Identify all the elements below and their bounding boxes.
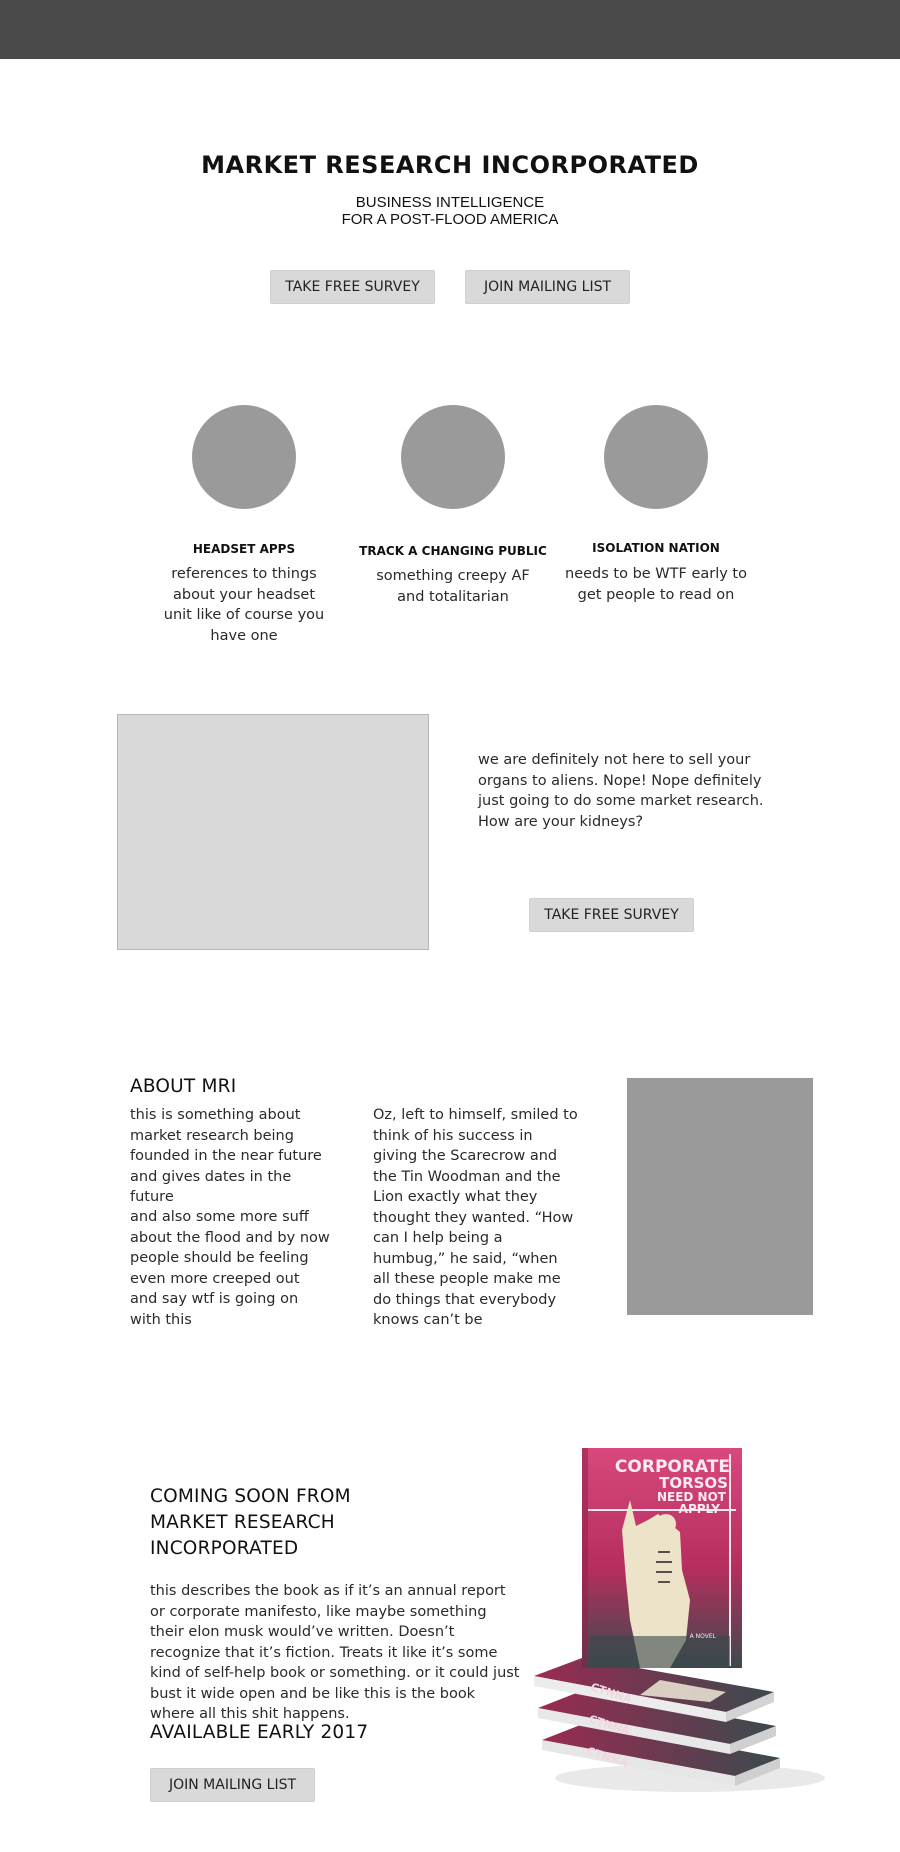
feature-text-isolation: needs to be WTF early to get people to r… — [565, 566, 747, 603]
book-description: this describes the book as if it’s an an… — [150, 1583, 520, 1722]
book-heading-line2: MARKET RESEARCH — [150, 1512, 335, 1533]
take-free-survey-button[interactable]: TAKE FREE SURVEY — [270, 270, 435, 304]
book-heading-line3: INCORPORATED — [150, 1538, 299, 1559]
cover-title-line4: APPLY — [679, 1502, 721, 1516]
feature-title-tracking: TRACK A CHANGING PUBLIC — [359, 544, 547, 558]
availability-text: AVAILABLE EARLY 2017 — [150, 1722, 369, 1743]
feature-image-isolation — [604, 405, 708, 509]
feature-image-headset — [192, 405, 296, 509]
organs-text: we are definitely not here to sell your … — [478, 752, 764, 830]
book-heading-line1: COMING SOON FROM — [150, 1486, 351, 1507]
about-col2-paragraph: Oz, left to himself, smiled to think of … — [373, 1107, 578, 1328]
book-cover-image: CTNNA CTNNA CTNNA CORPORATE TORSOS NEED … — [530, 1440, 830, 1800]
tagline-line1: BUSINESS INTELLIGENCE — [355, 194, 545, 211]
top-bar — [0, 0, 900, 59]
feature-title-headset: HEADSET APPS — [192, 542, 296, 556]
join-mailing-list-button[interactable]: JOIN MAILING LIST — [465, 270, 630, 304]
feature-title-isolation: ISOLATION NATION — [592, 541, 720, 555]
feature-text-tracking: something creepy AF and totalitarian — [376, 568, 530, 605]
image-placeholder — [117, 714, 429, 950]
feature-image-tracking — [401, 405, 505, 509]
cover-subtitle: A NOVEL — [690, 1633, 717, 1640]
tagline-line2: FOR A POST-FLOOD AMERICA — [341, 211, 559, 228]
about-col1-paragraph2: and also some more suff about the flood … — [130, 1209, 330, 1328]
about-image-placeholder — [627, 1078, 813, 1315]
about-heading: ABOUT MRI — [130, 1076, 237, 1097]
site-title: MARKET RESEARCH INCORPORATED — [201, 151, 699, 179]
join-mailing-list-button-secondary[interactable]: JOIN MAILING LIST — [150, 1768, 315, 1802]
take-free-survey-button-secondary[interactable]: TAKE FREE SURVEY — [529, 898, 694, 932]
book-stack-illustration: CTNNA CTNNA CTNNA CORPORATE TORSOS NEED … — [534, 1448, 825, 1792]
feature-text-headset: references to things about your headset … — [163, 566, 325, 644]
about-col1-paragraph1: this is something about market research … — [130, 1107, 322, 1205]
